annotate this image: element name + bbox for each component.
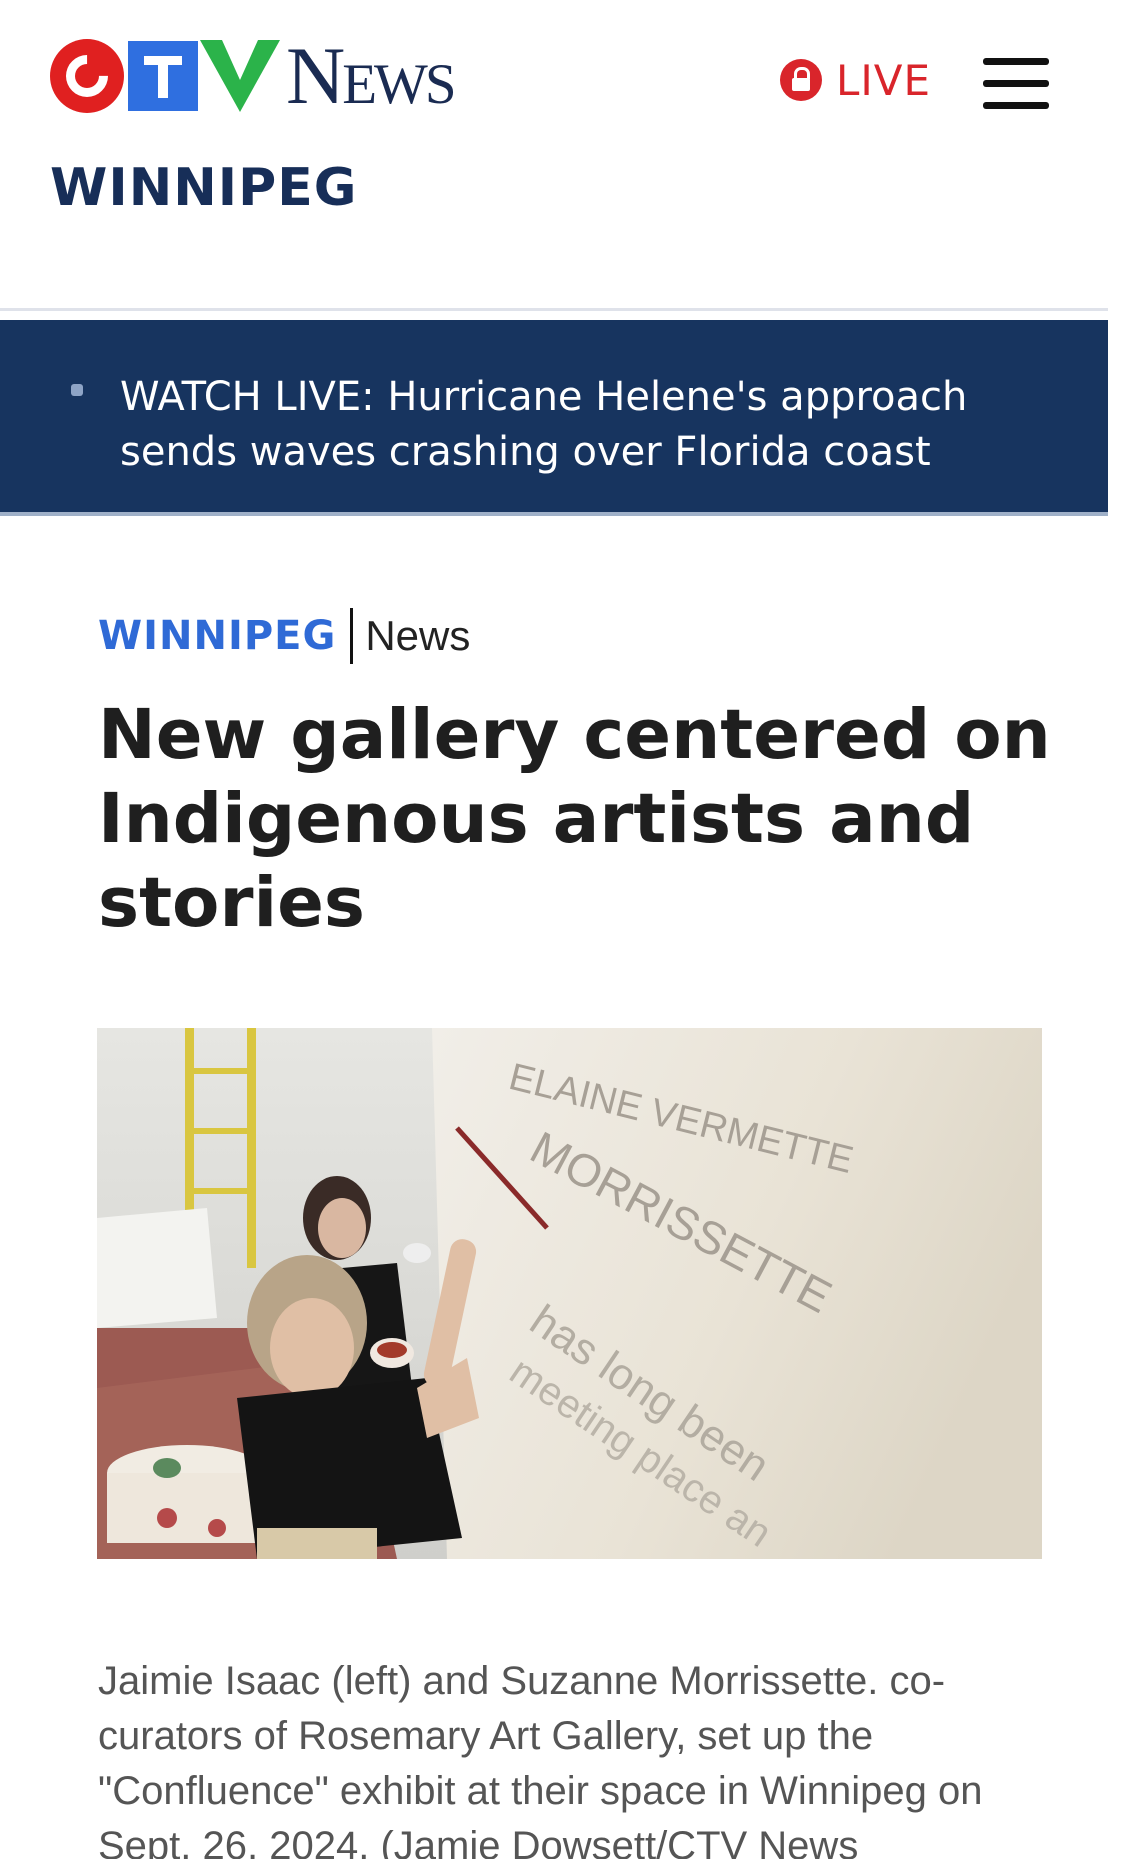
menu-bar: [983, 102, 1049, 109]
menu-bar: [983, 80, 1049, 87]
site-header: News WINNIPEG LIVE: [0, 0, 1108, 308]
hamburger-menu-icon[interactable]: [983, 58, 1049, 110]
live-lock-icon: [780, 59, 822, 101]
ctv-news-logo[interactable]: News: [50, 30, 457, 121]
live-label: LIVE: [836, 55, 932, 105]
banner-bullet-icon: [71, 384, 83, 396]
photo-illustration: ELAINE VERMETTE MORRISSETTE has long bee…: [97, 1028, 1042, 1559]
breaking-news-banner: WATCH LIVE: Hurricane Helene's approach …: [0, 320, 1108, 516]
breaking-news-link[interactable]: WATCH LIVE: Hurricane Helene's approach …: [120, 370, 1080, 480]
menu-bar: [983, 58, 1049, 65]
kicker-region-link[interactable]: WINNIPEG: [98, 613, 336, 659]
logo-news-word: News: [286, 30, 457, 121]
header-divider: [0, 308, 1108, 311]
article-photo[interactable]: ELAINE VERMETTE MORRISSETTE has long bee…: [97, 1028, 1042, 1559]
region-title[interactable]: WINNIPEG: [50, 158, 357, 218]
kicker-divider: [350, 608, 354, 664]
ctv-t-logo-mark: [128, 41, 198, 111]
article-kicker: WINNIPEG News: [98, 608, 470, 664]
photo-caption: Jaimie Isaac (left) and Suzanne Morrisse…: [98, 1659, 983, 1859]
kicker-section-link[interactable]: News: [365, 612, 470, 660]
live-button[interactable]: LIVE: [780, 54, 931, 106]
ctv-c-logo-mark: [50, 39, 124, 113]
page: News WINNIPEG LIVE WATCH LIVE: Hurricane…: [0, 0, 1125, 1859]
ctv-v-logo-mark: [200, 40, 280, 112]
article-headline: New gallery centered on Indigenous artis…: [98, 695, 1051, 943]
